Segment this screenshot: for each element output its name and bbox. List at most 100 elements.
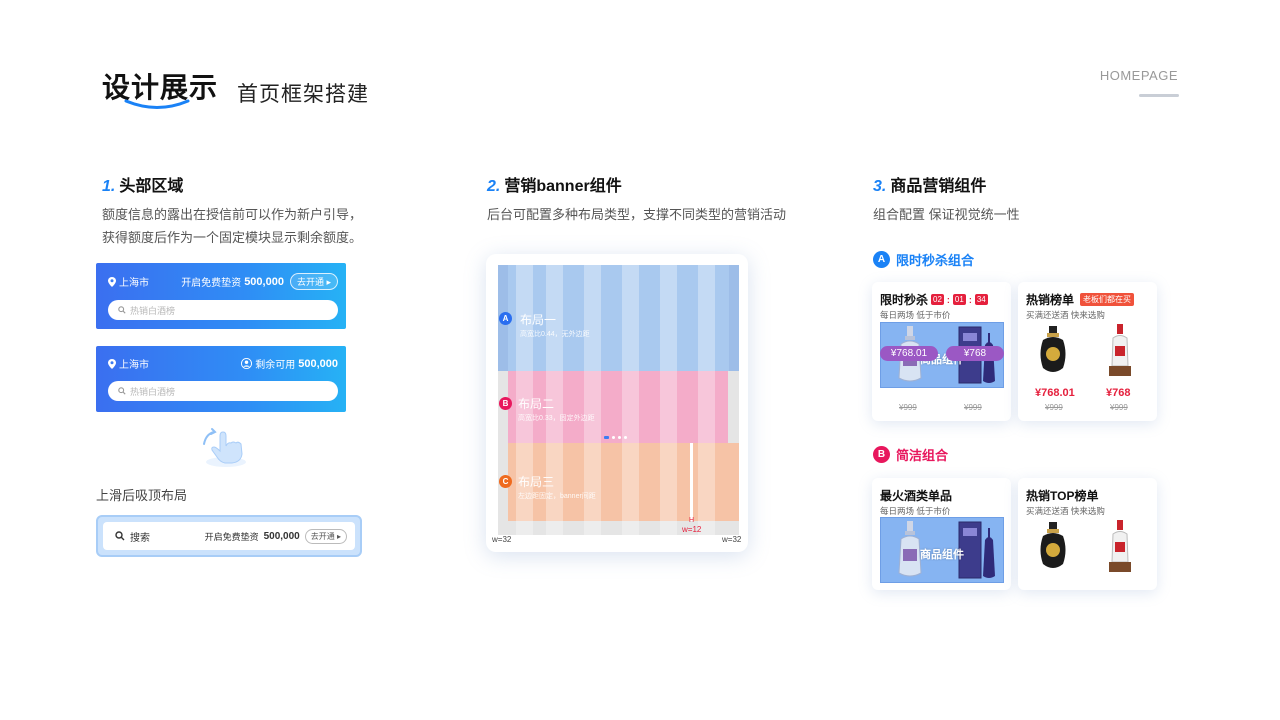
section1-desc: 额度信息的露出在授信前可以作为新户引导， 获得额度后作为一个固定模块显示剩余额度… [102,203,362,249]
bar2-search-placeholder: 热销白酒榜 [130,386,176,397]
timer-hours: 02 [931,294,944,305]
flash-sale-sub: 每日两场 低于市价 [880,310,951,320]
gap-width-label: w=12 [682,525,702,534]
section1-num: 1. [102,178,116,195]
bar2-amount: 500,000 [298,357,338,370]
flash-sale-title: 限时秒杀 [880,293,929,307]
bar2-row: 上海市 剩余可用 500,000 [108,356,338,371]
layout-b-badge: B [499,397,512,410]
bar1-row: 上海市 开启免费垫资 500,000 去开通 ▸ [108,273,338,290]
flash-sale-card[interactable]: 限时秒杀 02: 01: 34 每日两场 低于市价 商品组件 ¥768.01 ¥… [872,282,1011,421]
section3-title: 3. 商品营销组件 [873,172,986,196]
product-component-label: 商品组件 [920,549,964,561]
liquor-bottle-icon [1109,324,1131,376]
sticky-text: 开启免费垫资 [204,531,259,542]
flash-price-1: ¥768.01 [880,346,938,361]
section2-title: 2. 营销banner组件 [487,172,622,196]
sticky-open-label: 去开通 [310,531,335,541]
bar2-city: 上海市 [119,360,149,371]
bar1-search-input[interactable]: 热销白酒榜 [108,300,338,320]
bar1-location[interactable]: 上海市 [108,274,149,289]
flash-sale-title-row: 限时秒杀 02: 01: 34 [880,293,988,307]
bar1-amount: 500,000 [244,275,284,288]
hot-list-title-row: 热销榜单 老板们都在买 [1026,291,1135,308]
banner-layout-card: 布局一 高宽比0.44，无外边距 布局二 高宽比0.33，固定外边距 布局三 左… [486,254,748,552]
left-margin-label: w=32 [492,535,512,544]
header-bar-post-credit: 上海市 剩余可用 500,000 热销白酒榜 [96,346,346,412]
section2-desc: 后台可配置多种布局类型，支撑不同类型的营销活动 [487,207,787,222]
bar2-search-input[interactable]: 热销白酒榜 [108,381,338,401]
top-list-title: 热销TOP榜单 [1026,489,1099,503]
location-pin-icon [108,358,116,369]
timer-minutes: 01 [952,294,966,305]
liquor-jar-icon [1040,326,1066,372]
sticky-search-placeholder: 搜索 [130,532,150,544]
section2-title-text: 营销banner组件 [504,178,622,195]
sticky-open-button[interactable]: 去开通 ▸ [304,528,347,544]
top-list-sub: 买满还送酒 快来选购 [1026,506,1105,516]
hot-old-price-2: ¥999 [1110,403,1128,412]
layout-a-badge: A [499,312,512,325]
bar1-open-button[interactable]: 去开通 ▸ [289,273,338,290]
homepage-underline [1139,94,1179,97]
group-b-badge: B [873,446,890,463]
hot-list-sub: 买满还送酒 快来选购 [1026,310,1105,320]
location-pin-icon [108,276,116,287]
group-a-label-text: 限时秒杀组合 [896,253,975,268]
top-list-card[interactable]: 热销TOP榜单 买满还送酒 快来选购 [1018,478,1157,590]
section1-title: 1. 头部区域 [102,172,183,196]
page-subtitle: 首页框架搭建 [237,83,369,106]
timer-seconds: 34 [974,294,988,305]
search-icon [118,306,126,314]
title-underline-swoosh [124,99,190,109]
top-product-title: 最火酒类单品 [880,489,953,503]
section1-desc-line2: 获得额度后作为一个固定模块显示剩余额度。 [102,230,363,245]
section1-title-text: 头部区域 [119,178,184,195]
section3-num: 3. [873,178,887,195]
swipe-up-hand-icon [203,428,246,467]
section3-title-text: 商品营销组件 [890,178,987,195]
section3-desc: 组合配置 保证视觉统一性 [873,207,1020,222]
hot-old-price-1: ¥999 [1045,403,1063,412]
product-component-area: 商品组件 [880,517,1004,583]
sticky-header-preview: 搜索 开启免费垫资 500,000 去开通 ▸ [96,515,362,557]
group-b-label-text: 简洁组合 [896,448,949,463]
hot-price-1: ¥768.01 [1035,387,1075,399]
sticky-layout-label: 上滑后吸顶布局 [96,488,188,503]
banner-layout-frame: 布局一 高宽比0.44，无外边距 布局二 高宽比0.33，固定外边距 布局三 左… [498,265,739,535]
search-icon [115,531,125,541]
bar1-open-label: 去开通 [296,277,324,287]
hot-list-card[interactable]: 热销榜单 老板们都在买 买满还送酒 快来选购 ¥768.01 ¥768 ¥999… [1018,282,1157,421]
liquor-bottle-icon [1109,520,1131,572]
liquor-jar-icon [1040,522,1066,568]
flash-price-2: ¥768 [946,346,1004,361]
hot-list-badge: 老板们都在买 [1080,293,1135,306]
bar1-search-placeholder: 热销白酒榜 [130,305,176,316]
bar1-city: 上海市 [119,278,149,289]
search-icon [118,387,126,395]
layout-b-block: 布局二 高宽比0.33，固定外边距 [508,371,728,443]
section1-desc-line1: 额度信息的露出在授信前可以作为新户引导， [102,207,363,222]
group-a-label: A 限时秒杀组合 [873,250,974,269]
right-margin-label: w=32 [722,535,742,544]
bar2-location[interactable]: 上海市 [108,356,149,371]
flash-old-price-1: ¥999 [899,403,917,412]
hot-list-title: 热销榜单 [1026,293,1075,307]
top-product-sub: 每日两场 低于市价 [880,506,951,516]
group-a-badge: A [873,251,890,268]
sticky-amount: 500,000 [263,530,300,542]
bar2-text: 剩余可用 [255,360,296,371]
layout-c-badge: C [499,475,512,488]
user-avatar-icon [241,358,253,369]
homepage-label: HOMEPAGE [1099,68,1178,83]
group-b-label: B 简洁组合 [873,445,948,464]
section2-num: 2. [487,178,501,195]
top-product-card[interactable]: 最火酒类单品 每日两场 低于市价 商品组件 [872,478,1011,590]
height-label: H [689,517,695,524]
header-bar-pre-credit: 上海市 开启免费垫资 500,000 去开通 ▸ 热销白酒榜 [96,263,346,329]
bar1-text: 开启免费垫资 [181,278,242,289]
gap-marker [690,443,693,521]
hot-price-2: ¥768 [1106,387,1131,399]
sticky-search-bar[interactable]: 搜索 开启免费垫资 500,000 去开通 ▸ [103,522,355,550]
flash-old-price-2: ¥999 [964,403,982,412]
